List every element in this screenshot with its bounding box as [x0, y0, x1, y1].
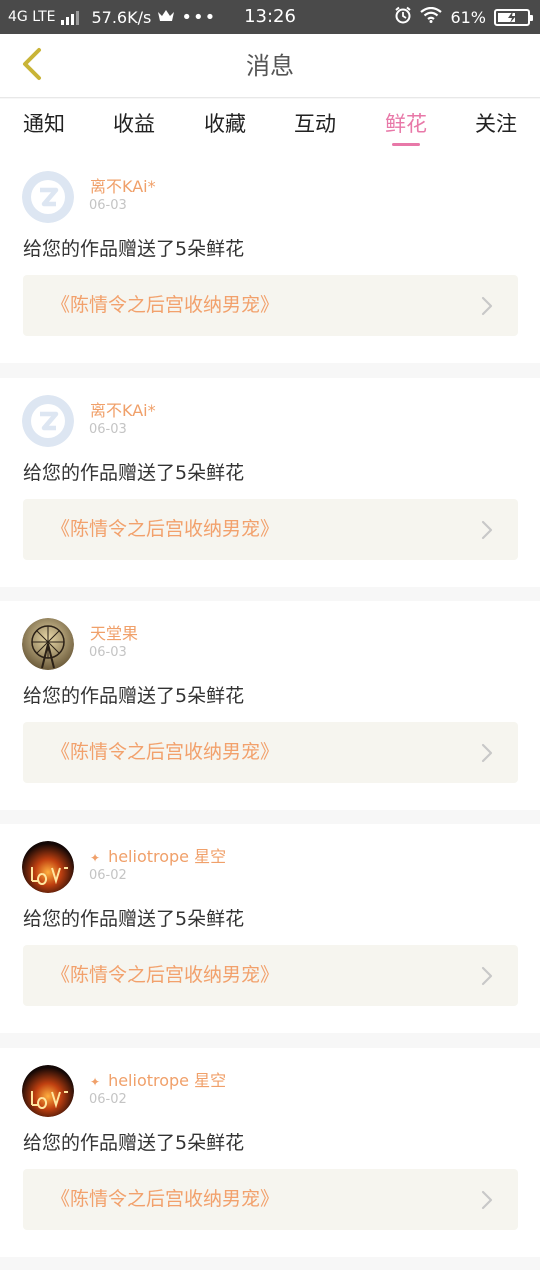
chevron-right-icon: [481, 1190, 493, 1210]
status-bar: 4G LTE 57.6K/s ••• 13:26 61%: [0, 0, 540, 34]
tab-flowers[interactable]: 鲜花: [366, 99, 446, 154]
message-date: 06-02: [89, 1092, 127, 1107]
network-speed: 57.6K/s: [91, 7, 152, 27]
message-date: 06-02: [89, 868, 127, 883]
chevron-right-icon: [481, 520, 493, 540]
fire-love-avatar[interactable]: [22, 1065, 74, 1117]
work-link[interactable]: 《陈情令之后宫收纳男宠》: [23, 722, 518, 783]
header: 消息: [0, 34, 540, 98]
message-card: 离不KAi* 06-03 给您的作品赠送了5朵鲜花 《陈情令之后宫收纳男宠》: [0, 378, 540, 587]
more-dots-icon: •••: [181, 6, 217, 28]
sparkle-icon: ✦: [90, 851, 101, 865]
work-title: 《陈情令之后宫收纳男宠》: [51, 518, 280, 540]
work-link[interactable]: 《陈情令之后宫收纳男宠》: [23, 1169, 518, 1230]
sender-name[interactable]: 离不KAi*: [90, 397, 156, 421]
page-title: 消息: [246, 52, 294, 80]
message-text: 给您的作品赠送了5朵鲜花: [23, 908, 245, 930]
work-link[interactable]: 《陈情令之后宫收纳男宠》: [23, 499, 518, 560]
tab-notifications[interactable]: 通知: [4, 99, 84, 154]
ferris-wheel-avatar[interactable]: [22, 618, 74, 670]
default-avatar-icon[interactable]: [22, 171, 74, 223]
message-date: 06-03: [89, 422, 127, 437]
sparkle-icon: ✦: [90, 1075, 101, 1089]
chevron-right-icon: [481, 743, 493, 763]
work-title: 《陈情令之后宫收纳男宠》: [51, 741, 280, 763]
message-card: ✦ heliotrope 星空 06-02 给您的作品赠送了5朵鲜花 《陈情令之后…: [0, 824, 540, 1033]
message-text: 给您的作品赠送了5朵鲜花: [23, 238, 245, 260]
work-link[interactable]: 《陈情令之后宫收纳男宠》: [23, 275, 518, 336]
tab-favorites[interactable]: 收藏: [185, 99, 265, 154]
message-text: 给您的作品赠送了5朵鲜花: [23, 685, 245, 707]
work-link[interactable]: 《陈情令之后宫收纳男宠》: [23, 945, 518, 1006]
work-title: 《陈情令之后宫收纳男宠》: [51, 294, 280, 316]
back-button[interactable]: [12, 46, 52, 86]
message-card: 离不KAi* 06-03 给您的作品赠送了5朵鲜花 《陈情令之后宫收纳男宠》: [0, 154, 540, 363]
signal-icon: [61, 9, 80, 25]
sender-name[interactable]: 离不KAi*: [90, 173, 156, 197]
active-tab-indicator: [392, 143, 420, 146]
message-date: 06-03: [89, 645, 127, 660]
message-card: ✦ heliotrope 星空 06-02 给您的作品赠送了5朵鲜花 《陈情令之后…: [0, 1048, 540, 1257]
crown-icon: [157, 8, 175, 27]
chevron-right-icon: [481, 296, 493, 316]
sender-name[interactable]: ✦ heliotrope 星空: [90, 843, 226, 867]
work-title: 《陈情令之后宫收纳男宠》: [51, 964, 280, 986]
battery-percent: 61%: [450, 7, 486, 27]
alarm-icon: [394, 6, 412, 28]
fire-love-avatar[interactable]: [22, 841, 74, 893]
work-title: 《陈情令之后宫收纳男宠》: [51, 1188, 280, 1210]
battery-icon: [494, 8, 533, 26]
chevron-left-icon: [19, 47, 45, 85]
tab-bar: 通知 收益 收藏 互动 鲜花 关注: [0, 99, 540, 154]
tab-following[interactable]: 关注: [456, 99, 536, 154]
default-avatar-icon[interactable]: [22, 395, 74, 447]
tab-interactions[interactable]: 互动: [275, 99, 355, 154]
message-date: 06-03: [89, 198, 127, 213]
tab-earnings[interactable]: 收益: [94, 99, 174, 154]
chevron-right-icon: [481, 966, 493, 986]
sender-name[interactable]: 天堂果: [90, 620, 138, 644]
sender-name[interactable]: ✦ heliotrope 星空: [90, 1067, 226, 1091]
message-text: 给您的作品赠送了5朵鲜花: [23, 462, 245, 484]
message-text: 给您的作品赠送了5朵鲜花: [23, 1132, 245, 1154]
message-card: 天堂果 06-03 给您的作品赠送了5朵鲜花 《陈情令之后宫收纳男宠》: [0, 601, 540, 810]
network-type: 4G LTE: [8, 9, 56, 25]
wifi-icon: [420, 6, 443, 27]
